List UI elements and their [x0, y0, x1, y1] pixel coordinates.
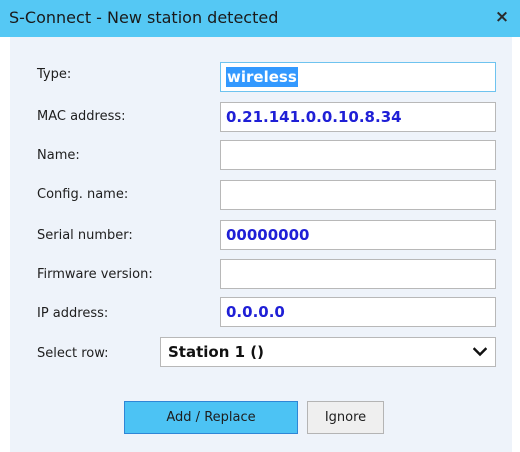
ip-address-field[interactable]: 0.0.0.0	[220, 297, 496, 327]
type-label: Type:	[37, 67, 72, 82]
title-bar[interactable]: S-Connect - New station detected ×	[0, 0, 520, 37]
ip-address-label: IP address:	[37, 306, 109, 321]
config-name-label: Config. name:	[37, 187, 129, 202]
config-name-field[interactable]	[220, 180, 496, 210]
window-title: S-Connect - New station detected	[9, 8, 279, 27]
mac-address-label: MAC address:	[37, 109, 126, 124]
select-row-value: Station 1 ()	[168, 343, 264, 361]
select-row-dropdown[interactable]: Station 1 ()	[160, 337, 496, 367]
serial-number-label: Serial number:	[37, 228, 133, 243]
add-replace-button[interactable]: Add / Replace	[124, 401, 298, 434]
type-field-value: wireless	[226, 67, 298, 87]
name-label: Name:	[37, 148, 80, 163]
select-row-label: Select row:	[37, 346, 109, 361]
ignore-button[interactable]: Ignore	[307, 401, 384, 434]
close-button[interactable]: ×	[484, 0, 520, 33]
add-replace-label: Add / Replace	[166, 410, 256, 425]
dialog-window: S-Connect - New station detected × Type:…	[0, 0, 520, 452]
chevron-down-icon	[473, 347, 487, 357]
firmware-version-field[interactable]	[220, 259, 496, 289]
mac-address-field[interactable]: 0.21.141.0.0.10.8.34	[220, 102, 496, 132]
serial-number-field[interactable]: 00000000	[220, 220, 496, 250]
close-icon: ×	[494, 6, 510, 27]
ignore-label: Ignore	[324, 410, 367, 425]
type-field[interactable]: wireless	[220, 62, 496, 92]
firmware-version-label: Firmware version:	[37, 267, 153, 282]
name-field[interactable]	[220, 140, 496, 170]
